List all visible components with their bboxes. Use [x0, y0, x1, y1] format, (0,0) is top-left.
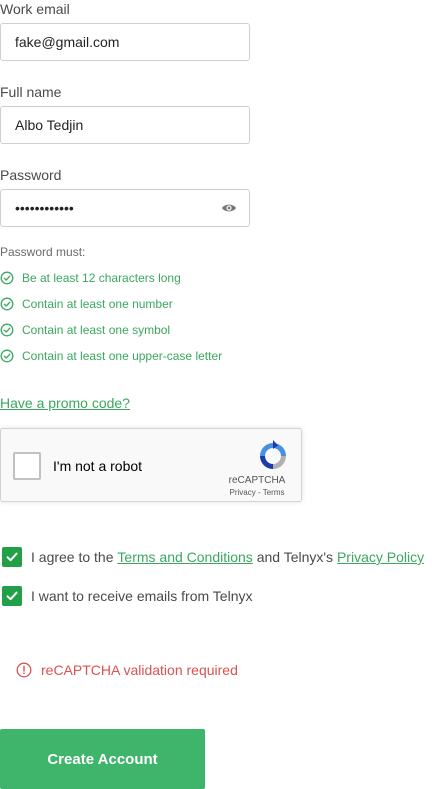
emails-opt-in-row: I want to receive emails from Telnyx — [2, 585, 253, 607]
recaptcha-privacy-link[interactable]: Privacy — [230, 488, 256, 497]
password-rule-text: Contain at least one number — [22, 297, 173, 311]
recaptcha-brand: reCAPTCHA — [228, 475, 286, 486]
terms-checkbox[interactable] — [2, 547, 22, 567]
password-rule: Contain at least one symbol — [0, 322, 170, 338]
check-circle-icon — [0, 297, 14, 311]
promo-code-link[interactable]: Have a promo code? — [0, 395, 130, 411]
check-circle-icon — [0, 349, 14, 363]
checkmark-icon — [6, 591, 18, 601]
recaptcha-logo-icon — [260, 440, 286, 469]
create-account-button[interactable]: Create Account — [0, 729, 205, 789]
password-rule-text: Contain at least one upper-case letter — [22, 349, 223, 363]
recaptcha-links: Privacy - Terms — [225, 488, 289, 497]
recaptcha-label: I'm not a robot — [53, 458, 143, 474]
recaptcha-checkbox[interactable] — [13, 452, 41, 480]
terms-agreement-row: I agree to the Terms and Conditions and … — [2, 546, 424, 568]
full-name-field-wrapper — [0, 106, 250, 144]
password-rule: Contain at least one upper-case letter — [0, 348, 222, 364]
alert-circle-icon — [16, 662, 32, 678]
terms-prefix-text: I agree to the — [31, 549, 118, 565]
recaptcha-separator: - — [257, 488, 261, 497]
recaptcha-error: reCAPTCHA validation required — [16, 662, 238, 678]
check-circle-icon — [0, 271, 14, 285]
emails-opt-in-label: I want to receive emails from Telnyx — [31, 588, 253, 604]
terms-and-conditions-link[interactable]: Terms and Conditions — [117, 549, 252, 565]
email-label: Work email — [0, 1, 70, 17]
eye-icon[interactable] — [221, 200, 237, 216]
privacy-policy-link[interactable]: Privacy Policy — [337, 549, 424, 565]
password-rule: Be at least 12 characters long — [0, 270, 181, 286]
password-label: Password — [0, 167, 62, 183]
full-name-label: Full name — [0, 84, 62, 100]
password-field[interactable] — [15, 190, 215, 226]
recaptcha-widget: I'm not a robot reCAPTCHA Privacy - Term… — [0, 428, 302, 502]
password-rules-title: Password must: — [0, 245, 86, 259]
emails-checkbox[interactable] — [2, 586, 22, 606]
password-rule-text: Be at least 12 characters long — [22, 271, 181, 285]
checkmark-icon — [6, 552, 18, 562]
error-message: reCAPTCHA validation required — [41, 662, 238, 678]
email-field-wrapper — [0, 23, 250, 61]
check-circle-icon — [0, 323, 14, 337]
email-field[interactable] — [15, 24, 215, 60]
terms-middle-text: and Telnyx's — [252, 549, 337, 565]
recaptcha-terms-link[interactable]: Terms — [263, 488, 285, 497]
password-field-wrapper — [0, 189, 250, 227]
password-rule: Contain at least one number — [0, 296, 173, 312]
full-name-field[interactable] — [15, 107, 215, 143]
password-rule-text: Contain at least one symbol — [22, 323, 171, 337]
